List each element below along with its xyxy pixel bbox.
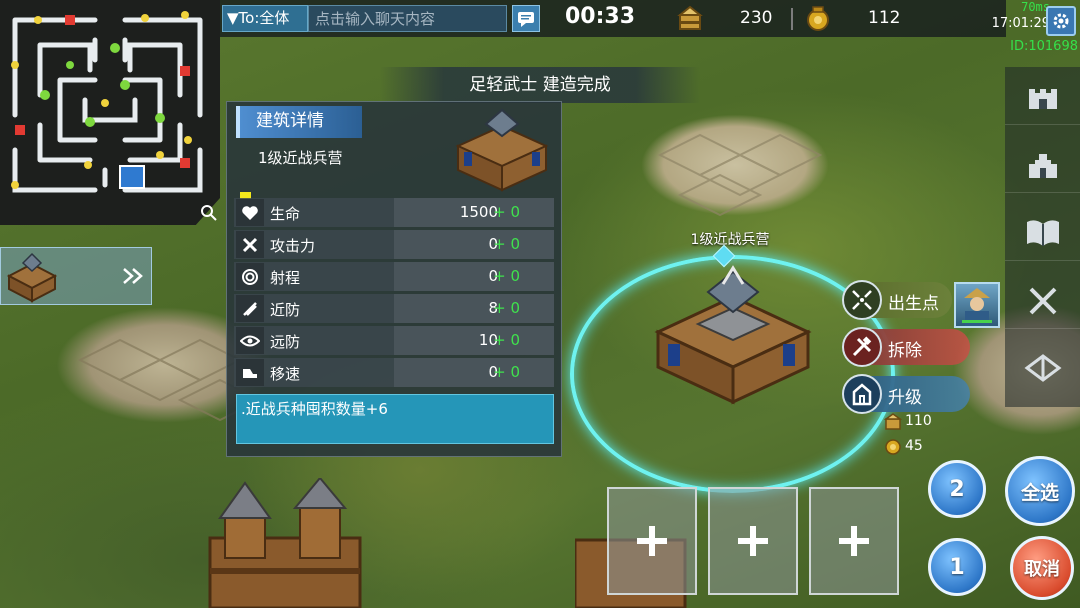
stat-bonus: + 0	[493, 203, 520, 221]
gold-count: 112	[868, 8, 901, 28]
stat-bonus: + 0	[493, 363, 520, 381]
barracks-thumbnail	[6, 252, 58, 303]
spawn-point-label: 出生点	[888, 294, 939, 314]
melee-defense-icon	[236, 295, 264, 322]
search-icon	[201, 205, 217, 221]
stat-row-ranged-defense: 远防 10 + 0	[234, 326, 554, 355]
stat-label: 远防	[270, 333, 301, 351]
crossbow-icon	[1024, 354, 1061, 382]
hammer-wrench-icon	[842, 327, 882, 367]
minimap[interactable]	[0, 0, 220, 225]
barracks-portrait	[455, 108, 549, 192]
stat-row-range: 射程 0 + 0	[234, 262, 554, 291]
gold-pouch-icon	[807, 6, 829, 31]
resource-divider	[791, 8, 793, 30]
stat-label: 近防	[270, 301, 301, 319]
stat-label: 射程	[270, 269, 301, 287]
boot-icon	[236, 359, 264, 386]
upgrade-tower-icon	[842, 374, 882, 414]
gear-icon	[1053, 13, 1069, 29]
stat-label: 生命	[270, 205, 301, 223]
upgrade-gold-cost: 45	[905, 438, 923, 454]
selected-building-card[interactable]	[0, 247, 152, 305]
stat-bonus: + 0	[493, 235, 520, 253]
plus-icon	[738, 526, 768, 556]
upgrade-button[interactable]: 升级	[842, 374, 970, 414]
wooden-tower[interactable]	[190, 478, 390, 608]
spawn-point-icon	[842, 280, 882, 320]
build-queue-slot[interactable]	[708, 487, 798, 595]
minimap-zoom-button[interactable]	[196, 200, 222, 226]
heart-icon	[236, 199, 264, 226]
crossed-swords-icon	[236, 231, 264, 258]
resource-crate-icon	[884, 413, 902, 430]
stat-label: 攻击力	[270, 237, 316, 255]
match-timer: 00:33	[564, 4, 636, 29]
group-1-button[interactable]: 1	[928, 538, 986, 596]
stat-bonus: + 0	[493, 267, 520, 285]
resource-crate-icon	[677, 5, 703, 30]
chat-channel-selector[interactable]: ▼To:全体	[222, 5, 308, 32]
stat-label: 移速	[270, 365, 301, 383]
group-2-button[interactable]: 2	[928, 460, 986, 518]
network-latency: 70ms	[1021, 0, 1050, 14]
stat-row-move-speed: 移速 0 + 0	[234, 358, 554, 387]
plus-icon	[839, 526, 869, 556]
detail-panel-title: 建筑详情	[236, 106, 362, 138]
stat-row-attack: 攻击力 0 + 0	[234, 230, 554, 259]
stat-row-hp: 生命 1500 + 0	[234, 198, 554, 227]
chat-bubble-icon	[518, 11, 534, 27]
build-castle-button[interactable]	[1005, 135, 1080, 193]
castle-icon	[1028, 153, 1057, 178]
double-chevron-right-icon	[123, 268, 143, 284]
player-id: ID:101698	[1010, 39, 1078, 54]
melee-barracks[interactable]	[648, 262, 818, 407]
swords-icon	[1029, 287, 1056, 314]
build-queue-slot[interactable]	[607, 487, 697, 595]
building-name: 1级近战兵营	[258, 149, 343, 167]
settings-button[interactable]	[1046, 6, 1076, 36]
samurai-portrait-icon	[962, 288, 992, 326]
build-melee-button[interactable]	[1005, 271, 1080, 329]
upgrade-label: 升级	[888, 388, 922, 408]
unit-portrait[interactable]	[954, 282, 1000, 328]
spawn-point-button[interactable]: 出生点	[842, 280, 952, 320]
gold-pouch-icon	[885, 439, 901, 455]
upgrade-wood-cost: 110	[905, 413, 932, 429]
chat-input[interactable]	[308, 5, 507, 32]
build-complete-notification: 足轻武士 建造完成	[380, 67, 700, 103]
build-ranged-button[interactable]	[1005, 339, 1080, 397]
stat-row-melee-defense: 近防 8 + 0	[234, 294, 554, 323]
plus-icon	[637, 526, 667, 556]
demolish-label: 拆除	[888, 341, 922, 361]
stat-bonus: + 0	[493, 299, 520, 317]
stone-plaza	[657, 133, 823, 217]
chat-send-button[interactable]	[512, 5, 540, 32]
player-base-marker	[119, 165, 145, 189]
stat-bonus: + 0	[493, 331, 520, 349]
wall-icon	[1028, 88, 1057, 109]
demolish-button[interactable]: 拆除	[842, 327, 970, 367]
cancel-button[interactable]: 取消	[1010, 536, 1074, 600]
target-icon	[236, 263, 264, 290]
book-icon	[1026, 219, 1059, 246]
build-walls-button[interactable]	[1005, 67, 1080, 125]
system-clock: 17:01:29	[991, 16, 1050, 31]
building-description: .近战兵种囤积数量+6	[236, 394, 554, 444]
wood-count: 230	[740, 8, 773, 28]
build-academy-button[interactable]	[1005, 203, 1080, 261]
eye-icon	[236, 327, 264, 354]
build-queue-slot[interactable]	[809, 487, 899, 595]
building-world-label: 1级近战兵营	[690, 232, 770, 248]
minimap-terrain	[11, 11, 203, 193]
select-all-button[interactable]: 全选	[1005, 456, 1075, 526]
